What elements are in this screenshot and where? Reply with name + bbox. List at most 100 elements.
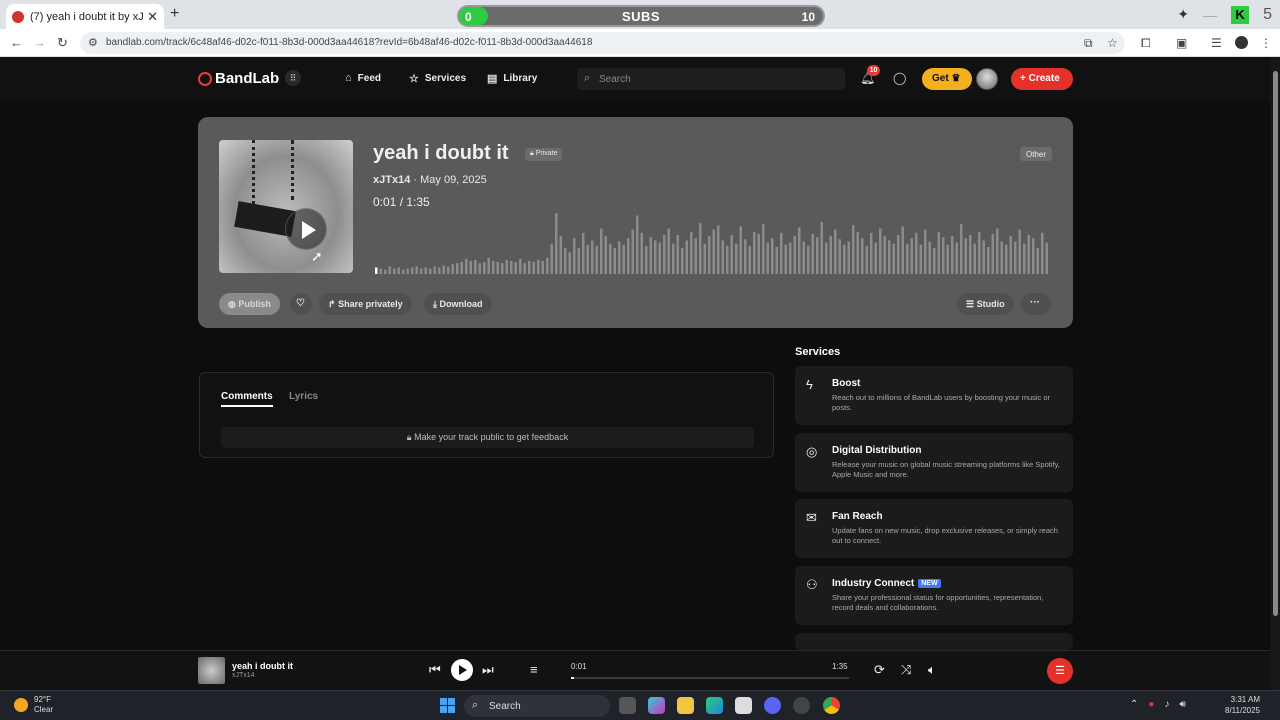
waveform-bar: [636, 215, 639, 274]
profile-icon[interactable]: [1235, 36, 1248, 49]
player-artist[interactable]: xJTx14: [232, 672, 255, 679]
waveform-bar: [820, 222, 823, 274]
discord-icon[interactable]: [764, 697, 781, 714]
close-tab-icon[interactable]: ✕: [147, 9, 158, 25]
tray-app-icon[interactable]: ●: [1148, 699, 1154, 710]
publish-button[interactable]: ◍ Publish: [219, 293, 280, 315]
bookmark-star-icon[interactable]: ☆: [1107, 36, 1118, 50]
player-progress-bar[interactable]: [571, 677, 849, 679]
nav-library[interactable]: ▤ Library: [487, 72, 537, 85]
repeat-icon[interactable]: ⟳: [874, 662, 885, 678]
nav-services-label: Services: [424, 73, 467, 84]
waveform-bar: [640, 232, 643, 274]
taskbar-clock[interactable]: 3:31 AM 8/11/2025: [1200, 694, 1260, 716]
mouse-cursor-icon: ➚: [311, 248, 323, 264]
create-button[interactable]: + Create: [1011, 68, 1073, 90]
scrollbar-thumb[interactable]: [1273, 71, 1278, 616]
waveform-bar: [483, 262, 486, 274]
genre-badge: Other: [1019, 147, 1052, 161]
waveform-bar: [474, 259, 477, 274]
subscriber-goal: 10: [801, 10, 815, 24]
weather-widget[interactable]: 92°F Clear: [14, 695, 53, 715]
tab-lyrics[interactable]: Lyrics: [289, 391, 318, 402]
shuffle-icon[interactable]: ⤨: [901, 662, 911, 678]
more-options-icon[interactable]: ···: [1021, 293, 1051, 315]
back-icon[interactable]: ←: [10, 35, 23, 50]
waveform[interactable]: [375, 209, 1050, 274]
taskbar-search[interactable]: ⌕ Search: [464, 695, 610, 717]
apps-grid-icon[interactable]: ⠿: [285, 70, 301, 86]
waveform-bar: [1045, 242, 1048, 274]
chat-icon[interactable]: ◯: [893, 71, 906, 85]
waveform-bar: [789, 242, 792, 274]
waveform-bar: [919, 244, 922, 274]
copilot-icon[interactable]: [648, 697, 665, 714]
service-fan-reach[interactable]: ✉ Fan Reach Update fans on new music, dr…: [795, 499, 1073, 558]
waveform-bar: [600, 228, 603, 274]
waveform-bar: [456, 263, 459, 274]
avatar[interactable]: [976, 68, 998, 90]
mail-icon: ✉: [806, 510, 817, 525]
new-badge: NEW: [918, 579, 941, 588]
site-info-icon[interactable]: ⚙: [88, 36, 98, 49]
play-button[interactable]: [285, 208, 327, 250]
nav-feed[interactable]: ⌂ Feed: [345, 72, 381, 84]
steam-icon[interactable]: [793, 697, 810, 714]
service-industry-connect[interactable]: ⚇ Industry Connect NEW Share your profess…: [795, 566, 1073, 625]
task-view-icon[interactable]: [619, 697, 636, 714]
install-icon[interactable]: ⧉: [1084, 36, 1093, 51]
player-play-button[interactable]: [451, 659, 473, 681]
browser-menu-icon[interactable]: ⋮: [1260, 36, 1272, 50]
queue-icon[interactable]: ≡: [530, 662, 538, 677]
page-scrollbar[interactable]: [1270, 57, 1280, 690]
tab-comments[interactable]: Comments: [221, 391, 273, 407]
nav-services[interactable]: ☆ Services: [409, 72, 466, 85]
windows-start-icon[interactable]: [440, 698, 455, 713]
waveform-bar: [609, 243, 612, 274]
edge-icon[interactable]: [706, 697, 723, 714]
bandlab-logo[interactable]: BandLab: [198, 70, 279, 87]
volume-icon[interactable]: 🔈︎: [928, 662, 936, 678]
next-icon[interactable]: ⏭: [482, 662, 494, 678]
mic-icon[interactable]: ♪: [1164, 699, 1169, 710]
reload-icon[interactable]: ↻: [57, 35, 68, 51]
waveform-bar: [1009, 236, 1012, 274]
artist-link[interactable]: xJTx14: [373, 174, 410, 186]
store-icon[interactable]: [735, 697, 752, 714]
download-button[interactable]: ⤓ Download: [424, 293, 492, 315]
sparkle-icon[interactable]: ✦: [1177, 6, 1189, 23]
browser-tab[interactable]: (7) yeah i doubt it by xJTx14 | B... ✕: [6, 4, 164, 29]
get-membership-button[interactable]: Get ♛: [922, 68, 972, 90]
sidebar-icon[interactable]: ▣: [1176, 36, 1187, 50]
previous-icon[interactable]: ⏮: [429, 662, 441, 678]
waveform-bar: [375, 267, 378, 274]
like-button[interactable]: ♡: [290, 293, 312, 315]
service-digital-distribution[interactable]: ◎ Digital Distribution Release your musi…: [795, 433, 1073, 492]
forward-icon[interactable]: →: [33, 35, 46, 50]
speaker-icon[interactable]: 🔊︎: [1179, 699, 1185, 710]
service-boost[interactable]: ϟ Boost Reach out to millions of BandLab…: [795, 366, 1073, 425]
extensions-icon[interactable]: ⧠: [1141, 36, 1151, 51]
new-tab-icon[interactable]: +: [170, 5, 179, 23]
share-privately-button[interactable]: ↱ Share privately: [319, 293, 412, 315]
subscriber-counter: 0 SUBS 10: [457, 5, 825, 27]
search-input[interactable]: ⌕ Search: [577, 68, 845, 90]
service-partial[interactable]: [795, 633, 1073, 650]
create-label: Create: [1028, 73, 1060, 84]
waveform-bar: [406, 268, 409, 274]
player-thumbnail[interactable]: [198, 657, 225, 684]
file-explorer-icon[interactable]: [677, 697, 694, 714]
address-bar-row: ← → ↻ ⚙ bandlab.com/track/6c48af46-d02c-…: [0, 29, 1280, 57]
url-field[interactable]: ⚙ bandlab.com/track/6c48af46-d02c-f011-8…: [80, 32, 1125, 54]
waveform-bar: [784, 244, 787, 274]
chrome-icon[interactable]: [823, 697, 840, 714]
feedback-notice: 🔒︎ Make your track public to get feedbac…: [221, 427, 754, 448]
playlist-icon[interactable]: ☰: [1211, 36, 1222, 50]
player-title[interactable]: yeah i doubt it: [232, 661, 293, 671]
tray-expand-icon[interactable]: ⌃: [1130, 699, 1138, 710]
minimize-icon[interactable]: —: [1203, 7, 1217, 23]
waveform-bar: [676, 235, 679, 274]
studio-button[interactable]: ☰ Studio: [957, 293, 1014, 315]
waveform-bar: [838, 239, 841, 274]
playlist-queue-button[interactable]: ☰: [1047, 658, 1073, 684]
